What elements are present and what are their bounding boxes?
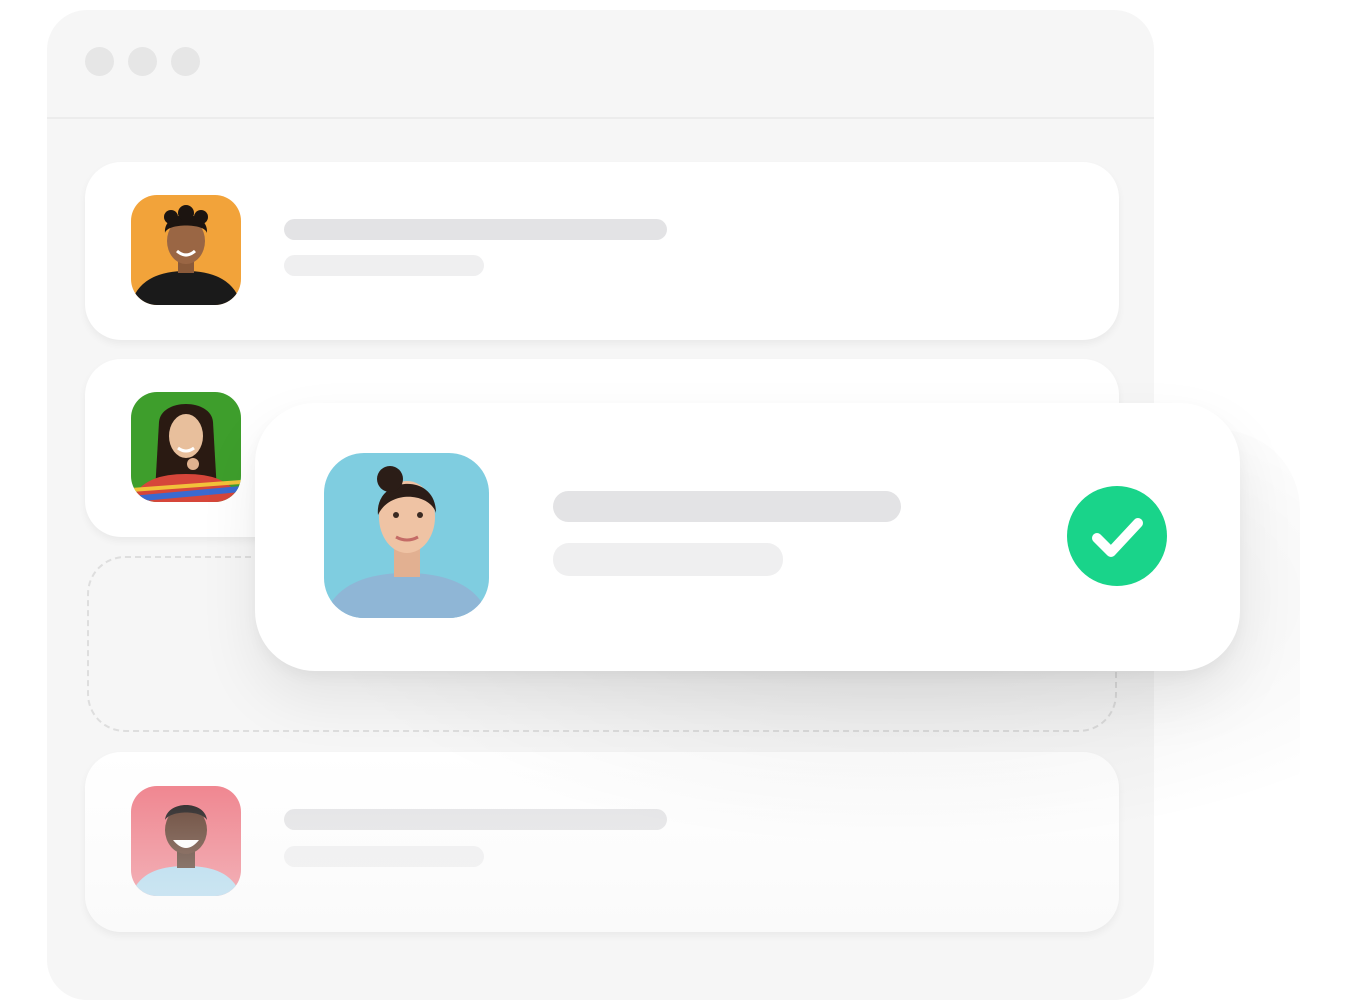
window-maximize-button[interactable] — [171, 47, 200, 76]
subtitle-placeholder — [284, 255, 484, 276]
list-item[interactable] — [85, 162, 1119, 340]
person-avatar-icon — [131, 786, 241, 896]
subtitle-placeholder — [553, 543, 783, 576]
window-close-button[interactable] — [85, 47, 114, 76]
person-avatar-icon — [131, 392, 241, 502]
window-minimize-button[interactable] — [128, 47, 157, 76]
dragged-card[interactable] — [255, 403, 1240, 671]
person-avatar-icon — [324, 453, 489, 618]
name-placeholder — [284, 219, 667, 240]
window-titlebar — [47, 10, 1154, 119]
check-circle-icon — [1067, 486, 1167, 586]
person-avatar-icon — [131, 195, 241, 305]
name-placeholder — [553, 491, 901, 522]
